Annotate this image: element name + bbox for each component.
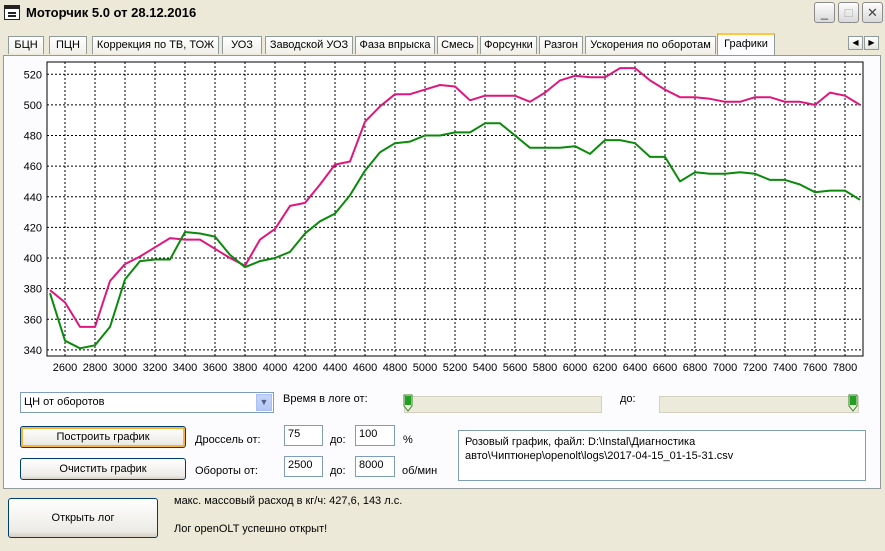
throttle-label: Дроссель от: xyxy=(195,434,261,446)
y-tick-label: 500 xyxy=(24,100,42,112)
y-tick-label: 440 xyxy=(24,192,42,204)
tab-strip: БЦН ПЦН Коррекция по ТВ, ТОЖ УОЗ Заводск… xyxy=(0,33,885,55)
info-line-1: Розовый график, файл: D:\Instal\Диагност… xyxy=(465,436,696,448)
x-tick-label: 3200 xyxy=(143,362,167,374)
x-tick-label: 4000 xyxy=(263,362,287,374)
main-window: Моторчик 5.0 от 28.12.2016 _ □ ✕ БЦН ПЦН… xyxy=(0,0,885,551)
x-tick-label: 4400 xyxy=(323,362,347,374)
tab-bcn[interactable]: БЦН xyxy=(8,36,44,54)
open-log-button[interactable]: Открыть лог xyxy=(8,498,158,538)
window-title: Моторчик 5.0 от 28.12.2016 xyxy=(26,5,197,20)
maximize-button[interactable]: □ xyxy=(838,2,859,23)
graph-type-select[interactable]: ЦН от оборотов ▼ xyxy=(20,392,274,413)
tab-rpm-acceleration[interactable]: Ускорения по оборотам xyxy=(585,36,716,54)
rpm-chart: 2600 2800 3000 3200 3400 3600 3800 4000 4200 4400… xyxy=(24,61,864,374)
y-tick-label: 400 xyxy=(24,253,42,265)
x-tick-label: 7400 xyxy=(773,362,797,374)
y-tick-label: 520 xyxy=(24,69,42,81)
x-tick-label: 4600 xyxy=(353,362,377,374)
x-tick-label: 4200 xyxy=(293,362,317,374)
x-tick-label: 2800 xyxy=(83,362,107,374)
rpm-unit: об/мин xyxy=(402,465,438,477)
x-tick-label: 6200 xyxy=(593,362,617,374)
y-tick-label: 380 xyxy=(24,284,42,296)
x-tick-label: 6800 xyxy=(683,362,707,374)
x-tick-label: 6600 xyxy=(653,362,677,374)
time-to-thumb[interactable] xyxy=(848,394,858,412)
clear-graph-button[interactable]: Очистить график xyxy=(20,458,186,480)
rpm-to-field[interactable]: 8000 xyxy=(355,456,395,477)
tab-uoz[interactable]: УОЗ xyxy=(222,36,262,54)
tab-injectors[interactable]: Форсунки xyxy=(480,36,537,54)
y-tick-label: 480 xyxy=(24,131,42,143)
x-tick-label: 5200 xyxy=(443,362,467,374)
rpm-to-label: до: xyxy=(330,465,346,477)
title-bar: Моторчик 5.0 от 28.12.2016 _ □ ✕ xyxy=(0,0,885,27)
y-tick-label: 340 xyxy=(24,345,42,357)
x-tick-label: 4800 xyxy=(383,362,407,374)
tab-acceleration[interactable]: Разгон xyxy=(539,36,583,54)
chevron-down-icon[interactable]: ▼ xyxy=(256,394,272,411)
x-tick-label: 7800 xyxy=(833,362,857,374)
info-memo[interactable]: Розовый график, файл: D:\Instal\Диагност… xyxy=(458,430,866,481)
tab-graphs[interactable]: Графики xyxy=(717,33,775,55)
x-tick-label: 3400 xyxy=(173,362,197,374)
x-tick-label: 3600 xyxy=(203,362,227,374)
x-tick-label: 5000 xyxy=(413,362,437,374)
x-tick-label: 5800 xyxy=(533,362,557,374)
time-from-slider[interactable] xyxy=(404,396,602,413)
y-tick-label: 420 xyxy=(24,222,42,234)
tab-mixture[interactable]: Смесь xyxy=(437,36,478,54)
x-tick-label: 3800 xyxy=(233,362,257,374)
y-tick-label: 460 xyxy=(24,161,42,173)
x-tick-label: 7000 xyxy=(713,362,737,374)
graph-type-value: ЦН от оборотов xyxy=(24,396,105,408)
x-tick-label: 5400 xyxy=(473,362,497,374)
rpm-from-field[interactable]: 2500 xyxy=(284,456,323,477)
close-button[interactable]: ✕ xyxy=(862,2,883,23)
x-tick-label: 2600 xyxy=(53,362,77,374)
tab-tv-correction[interactable]: Коррекция по ТВ, ТОЖ xyxy=(92,36,219,54)
throttle-unit: % xyxy=(403,434,413,446)
tab-scroll-left-icon[interactable]: ◀ xyxy=(848,36,863,50)
rpm-label: Обороты от: xyxy=(195,465,258,477)
info-line-2: авто\Чиптюнер\openolt\logs\2017-04-15_01… xyxy=(465,450,734,462)
x-tick-label: 3000 xyxy=(113,362,137,374)
y-tick-label: 360 xyxy=(24,314,42,326)
throttle-from-field[interactable]: 75 xyxy=(284,425,323,446)
x-tick-label: 6400 xyxy=(623,362,647,374)
time-to-slider[interactable] xyxy=(659,396,859,413)
status-log-opened: Лог openOLT успешно открыт! xyxy=(174,523,328,535)
status-max-flow: макс. массовый расход в кг/ч: 427,6, 143… xyxy=(174,495,403,507)
minimize-button[interactable]: _ xyxy=(814,2,835,23)
tab-pcn[interactable]: ПЦН xyxy=(49,36,87,54)
x-tick-label: 6000 xyxy=(563,362,587,374)
app-icon[interactable] xyxy=(4,5,20,20)
x-tick-label: 5600 xyxy=(503,362,527,374)
x-tick-label: 7200 xyxy=(743,362,767,374)
tab-injection-phase[interactable]: Фаза впрыска xyxy=(355,36,435,54)
throttle-to-field[interactable]: 100 xyxy=(355,425,395,446)
tab-scroll-right-icon[interactable]: ▶ xyxy=(864,36,879,50)
x-tick-label: 7600 xyxy=(803,362,827,374)
throttle-to-label: до: xyxy=(330,434,346,446)
build-graph-button[interactable]: Построить график xyxy=(20,426,186,448)
time-to-label: до: xyxy=(620,393,636,405)
time-from-label: Время в логе от: xyxy=(283,393,368,405)
time-from-thumb[interactable] xyxy=(403,394,413,412)
tab-factory-uoz[interactable]: Заводской УОЗ xyxy=(265,36,353,54)
